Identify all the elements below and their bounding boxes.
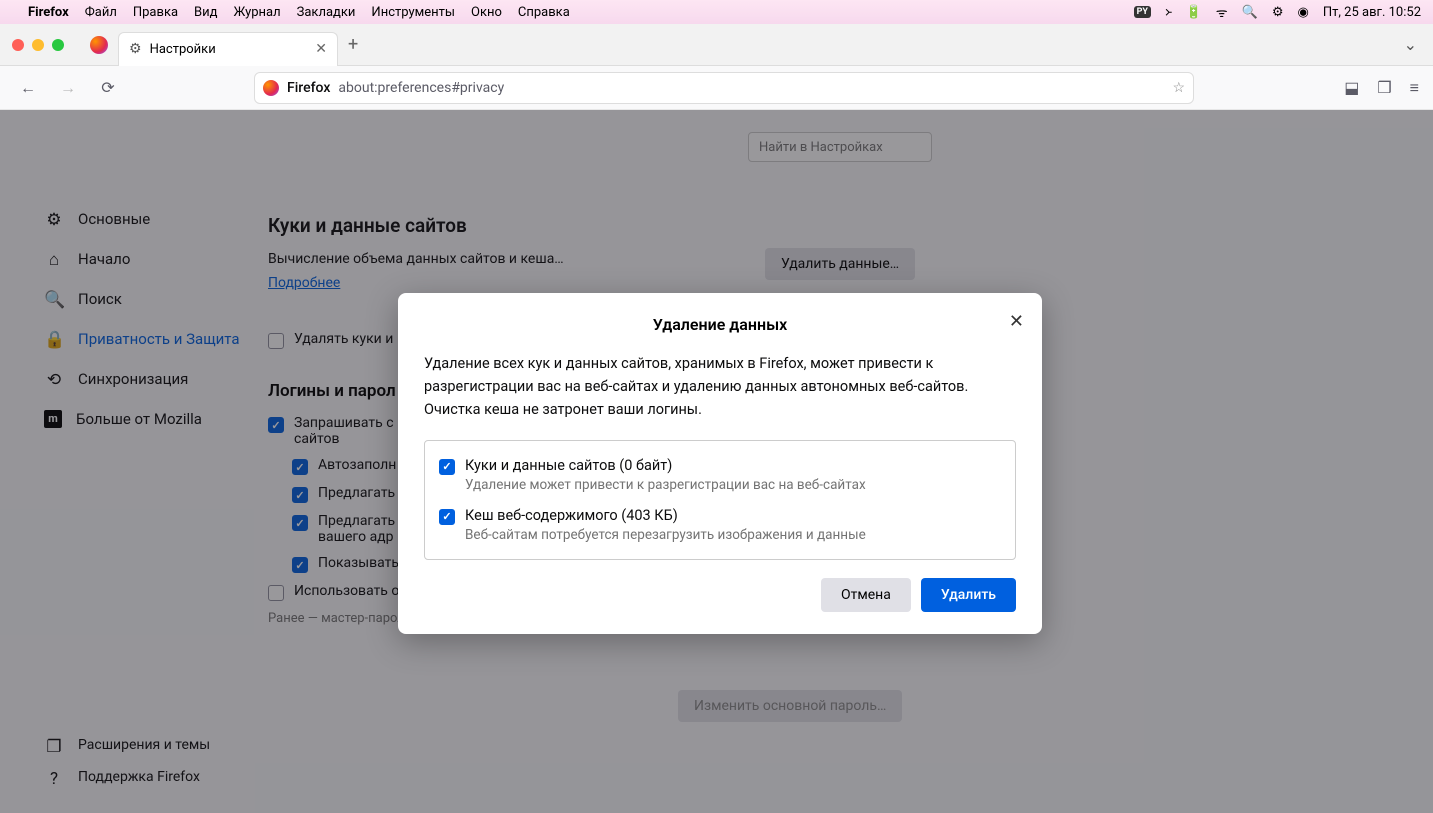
window-maximize-button[interactable] [52, 39, 64, 51]
reload-button[interactable]: ⟳ [94, 78, 122, 97]
forward-button: → [54, 78, 82, 98]
dialog-cookies-subtitle: Удаление может привести к разрегистрации… [465, 477, 866, 493]
pocket-icon[interactable]: ⬓ [1344, 78, 1359, 98]
hamburger-menu-icon[interactable]: ≡ [1410, 78, 1419, 98]
dialog-cookies-checkbox[interactable] [439, 459, 455, 475]
dialog-cache-checkbox[interactable] [439, 509, 455, 525]
dialog-cookies-title: Куки и данные сайтов (0 байт) [465, 457, 866, 474]
firefox-toolbar: ← → ⟳ Firefox about:preferences#privacy … [0, 66, 1433, 110]
menu-tools[interactable]: Инструменты [371, 5, 455, 20]
back-button[interactable]: ← [14, 78, 42, 98]
dialog-cancel-button[interactable]: Отмена [821, 578, 911, 612]
spotlight-icon[interactable]: 🔍 [1242, 5, 1258, 20]
menubar-datetime[interactable]: Пт, 25 авг. 10:52 [1323, 5, 1421, 20]
menubar-app-name[interactable]: Firefox [28, 5, 69, 20]
firefox-home-tab[interactable] [84, 30, 114, 60]
firefox-tabbar: ⚙ Настройки ✕ + ⌄ [0, 24, 1433, 66]
window-minimize-button[interactable] [32, 39, 44, 51]
tab-title: Настройки [150, 42, 216, 57]
tab-settings[interactable]: ⚙ Настройки ✕ [118, 32, 338, 66]
url-bar[interactable]: Firefox about:preferences#privacy ☆ [254, 72, 1194, 104]
dialog-clear-button[interactable]: Удалить [921, 578, 1016, 612]
menu-help[interactable]: Справка [518, 5, 570, 20]
menu-bookmarks[interactable]: Закладки [297, 5, 356, 20]
window-close-button[interactable] [12, 39, 24, 51]
new-tab-button[interactable]: + [348, 34, 358, 55]
menu-edit[interactable]: Правка [133, 5, 178, 20]
macos-menubar: Firefox Файл Правка Вид Журнал Закладки … [0, 0, 1433, 24]
dialog-close-button[interactable]: ✕ [1009, 311, 1024, 332]
dialog-cache-subtitle: Веб-сайтам потребуется перезагрузить изо… [465, 527, 866, 543]
gear-icon: ⚙ [129, 41, 142, 57]
tabs-overflow-button[interactable]: ⌄ [1404, 35, 1417, 54]
menu-window[interactable]: Окно [471, 5, 502, 20]
siri-icon[interactable]: ◉ [1298, 5, 1309, 20]
input-source-icon[interactable]: PY [1134, 6, 1151, 18]
url-text: about:preferences#privacy [338, 80, 504, 96]
identity-icon [263, 80, 279, 96]
battery-icon[interactable]: 🔋 [1186, 5, 1202, 20]
window-controls [12, 39, 64, 51]
dialog-options-box: Куки и данные сайтов (0 байт) Удаление м… [424, 440, 1016, 560]
bluetooth-icon[interactable]: ᚛ [1165, 5, 1172, 20]
identity-label: Firefox [287, 80, 330, 96]
menu-view[interactable]: Вид [194, 5, 217, 20]
firefox-logo-icon [90, 36, 108, 54]
extensions-icon[interactable]: ❒ [1377, 78, 1391, 98]
menu-file[interactable]: Файл [85, 5, 117, 20]
preferences-page: ⚙Основные ⌂Начало 🔍Поиск 🔒Приватность и … [0, 110, 1433, 813]
control-center-icon[interactable]: ⚙ [1272, 5, 1284, 20]
wifi-icon[interactable]: ᯤ [1216, 3, 1228, 21]
dialog-cache-title: Кеш веб-содержимого (403 КБ) [465, 507, 866, 524]
clear-data-dialog: Удаление данных ✕ Удаление всех кук и да… [398, 293, 1042, 634]
menu-history[interactable]: Журнал [234, 5, 281, 20]
dialog-title: Удаление данных [424, 315, 1016, 334]
dialog-body-text: Удаление всех кук и данных сайтов, храни… [424, 352, 1016, 422]
tab-close-button[interactable]: ✕ [315, 41, 327, 57]
bookmark-star-icon[interactable]: ☆ [1172, 80, 1185, 96]
